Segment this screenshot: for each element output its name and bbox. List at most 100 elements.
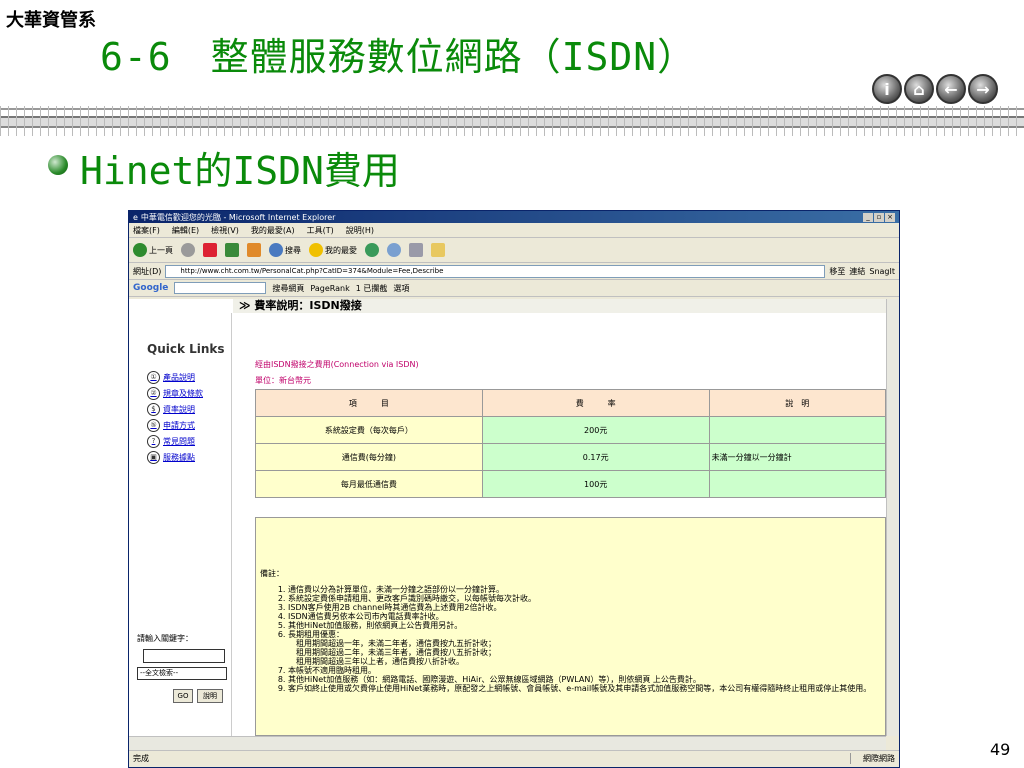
- security-zone: 網際網路: [850, 753, 895, 764]
- keyword-label: 請輸入關鍵字：: [137, 634, 193, 643]
- horizontal-scrollbar[interactable]: [129, 736, 886, 751]
- maximize-icon[interactable]: ▫: [874, 212, 884, 222]
- google-search-web-button[interactable]: 搜尋網頁: [272, 283, 304, 294]
- table-row: 通信費(每分鐘) 0.17元 未滿一分鐘以一分鐘計: [255, 443, 886, 471]
- keyword-input[interactable]: [143, 649, 225, 663]
- page-number: 49: [990, 740, 1011, 759]
- quick-link-product[interactable]: ① 產品說明: [147, 371, 195, 384]
- quick-link-rates[interactable]: $ 資率說明: [147, 403, 195, 416]
- keyword-go-button[interactable]: GO: [173, 689, 193, 703]
- search-button[interactable]: 搜尋: [269, 243, 301, 257]
- cell-rate: 0.17元: [481, 443, 710, 471]
- snagit-button[interactable]: SnagIt: [869, 267, 895, 276]
- address-input[interactable]: http://www.cht.com.tw/PersonalCat.php?Ca…: [165, 264, 826, 278]
- folder-button[interactable]: [431, 243, 445, 257]
- notes-panel: 備註： 通信費以分為計算單位，未滿一分鐘之語部份以一分鐘計算。 系統設定費係申請…: [255, 517, 886, 736]
- currency-unit: 單位：新台幣元: [255, 376, 311, 385]
- slide-nav-buttons: i ⌂ ← →: [872, 74, 998, 104]
- mail-icon: [387, 243, 401, 257]
- keyword-help-button[interactable]: 說明: [197, 689, 223, 703]
- status-text: 完成: [133, 754, 149, 763]
- home-icon: [247, 243, 261, 257]
- history-icon: [365, 243, 379, 257]
- page-header: ≫ 費率說明：ISDN撥接: [233, 299, 886, 313]
- stop-button[interactable]: [203, 243, 217, 257]
- fee-subtitle: 經由ISDN撥接之費用(Connection via ISDN): [255, 360, 419, 369]
- forward-button[interactable]: [181, 243, 195, 257]
- search-scope-select[interactable]: --全文檢索--: [137, 667, 227, 680]
- quick-link-faq[interactable]: ? 常見問題: [147, 435, 195, 448]
- back-button[interactable]: 上一頁: [133, 243, 173, 257]
- browser-window: e 中華電信歡迎您的光臨 - Microsoft Internet Explor…: [128, 210, 900, 768]
- quick-links-sidebar: Quick Links ① 產品說明 ② 規章及條款 $ 資率說明 ⑤ 申請方式 ? 常見…: [129, 313, 232, 736]
- info-circle-icon: ①: [147, 371, 160, 384]
- web-page-content: ≫ 費率說明：ISDN撥接 Quick Links ① 產品說明 ② 規章及條款 $…: [129, 299, 886, 736]
- dollar-circle-icon: $: [147, 403, 160, 416]
- fee-table: 項 目 費 率 說 明 系統設定費（每次每戶） 200元 通信費(每分鐘) 0.…: [255, 389, 886, 498]
- cell-item: 通信費(每分鐘): [255, 443, 483, 471]
- vertical-scrollbar[interactable]: [886, 299, 899, 736]
- forward-arrow-icon[interactable]: →: [968, 74, 998, 104]
- bullet-icon: [48, 155, 68, 175]
- address-bar: 網址(D) http://www.cht.com.tw/PersonalCat.…: [129, 263, 899, 280]
- note-item: 本帳號不適用臨時租用。: [288, 666, 885, 675]
- cell-note: 未滿一分鐘以一分鐘計: [708, 443, 886, 471]
- close-icon[interactable]: ×: [885, 212, 895, 222]
- favorites-button[interactable]: 我的最愛: [309, 243, 357, 257]
- bullet-heading: Hinet的ISDN費用: [80, 149, 400, 193]
- home-icon[interactable]: ⌂: [904, 74, 934, 104]
- slide-title: 6-6 整體服務數位網路（ISDN）: [100, 35, 697, 79]
- minimize-icon[interactable]: _: [863, 212, 873, 222]
- decorative-header-bars: [0, 106, 1024, 136]
- home-button[interactable]: [247, 243, 261, 257]
- google-logo[interactable]: Google: [133, 283, 168, 293]
- print-icon: [409, 243, 423, 257]
- note-item: 通信費以分為計算單位，未滿一分鐘之語部份以一分鐘計算。: [288, 585, 885, 594]
- cell-note: [708, 416, 886, 444]
- department-label: 大華資管系: [6, 10, 96, 31]
- discount-line: 租用期間超過一年，未滿二年者，通信費按九五折計收；: [296, 639, 496, 648]
- menu-tools[interactable]: 工具(T): [307, 225, 334, 236]
- note-item: 其他HiNet加值服務，則依網頁上公告費用另計。: [288, 621, 885, 630]
- back-arrow-icon[interactable]: ←: [936, 74, 966, 104]
- google-options-button[interactable]: 選項: [393, 283, 409, 294]
- links-label[interactable]: 連結: [849, 266, 865, 277]
- google-search-input[interactable]: [174, 282, 267, 294]
- notes-list: 通信費以分為計算單位，未滿一分鐘之語部份以一分鐘計算。 系統設定費係申請租用、更…: [260, 585, 885, 693]
- refresh-button[interactable]: [225, 243, 239, 257]
- building-circle-icon: ▣: [147, 451, 160, 464]
- ie-logo-icon: e: [133, 212, 138, 222]
- go-button[interactable]: 移至: [829, 266, 845, 277]
- address-label: 網址(D): [133, 266, 162, 276]
- menu-favorites[interactable]: 我的最愛(A): [251, 225, 295, 236]
- star-icon: [309, 243, 323, 257]
- browser-title: 中華電信歡迎您的光臨 - Microsoft Internet Explorer: [140, 212, 336, 222]
- toolbar: 上一頁 搜尋 我的最愛: [129, 238, 899, 263]
- menu-edit[interactable]: 編輯(E): [172, 225, 199, 236]
- header-rate: 費 率: [481, 389, 710, 417]
- table-header-row: 項 目 費 率 說 明: [255, 389, 886, 417]
- menu-file[interactable]: 檔案(F): [133, 225, 160, 236]
- refresh-icon: [225, 243, 239, 257]
- print-button[interactable]: [409, 243, 423, 257]
- note-item: 長期租用優惠： 租用期間超過一年，未滿二年者，通信費按九五折計收； 租用期間超過…: [288, 630, 885, 666]
- quick-link-terms[interactable]: ② 規章及條款: [147, 387, 203, 400]
- quick-link-locations[interactable]: ▣ 服務據點: [147, 451, 195, 464]
- note-item: ISDN通信費另依本公司市內電話費率計收。: [288, 612, 885, 621]
- discount-line: 租用期間超過二年，未滿三年者，通信費按八五折計收；: [296, 648, 496, 657]
- history-button[interactable]: [365, 243, 379, 257]
- mail-button[interactable]: [387, 243, 401, 257]
- cell-item: 系統設定費（每次每戶）: [255, 416, 483, 444]
- menu-help[interactable]: 說明(H): [346, 225, 374, 236]
- folder-icon: [431, 243, 445, 257]
- cell-item: 每月最低通信費: [255, 470, 483, 498]
- menu-view[interactable]: 檢視(V): [211, 225, 239, 236]
- apply-circle-icon: ⑤: [147, 419, 160, 432]
- back-arrow-icon: [133, 243, 147, 257]
- table-row: 每月最低通信費 100元: [255, 470, 886, 498]
- header-note: 說 明: [708, 389, 886, 417]
- quick-link-apply[interactable]: ⑤ 申請方式: [147, 419, 195, 432]
- discount-line: 租用期間超過三年以上者，通信費按八折計收。: [296, 657, 464, 666]
- popup-blocked-button[interactable]: 1 已攔截: [356, 283, 388, 294]
- info-icon[interactable]: i: [872, 74, 902, 104]
